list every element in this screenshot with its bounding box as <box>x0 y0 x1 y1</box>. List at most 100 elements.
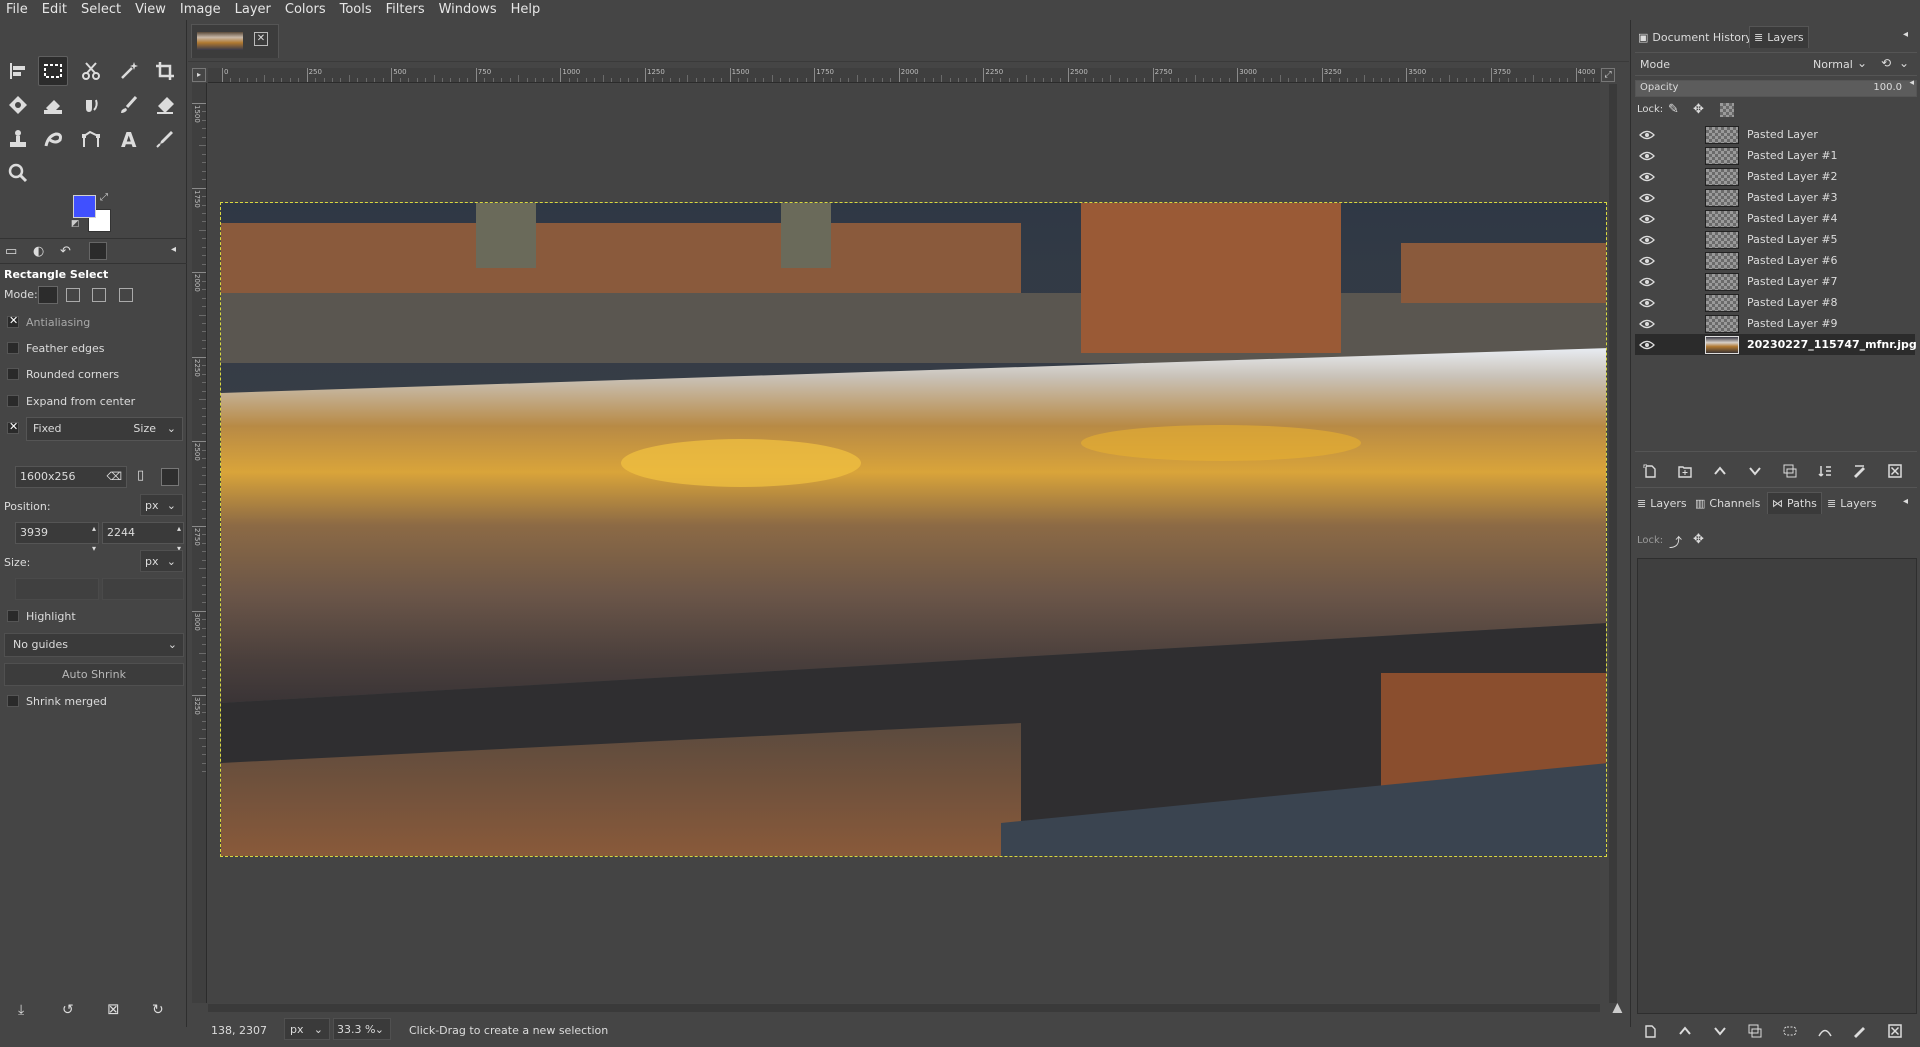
delete-tool-preset-icon[interactable]: ⊠ <box>107 1000 120 1018</box>
eye-icon[interactable] <box>1635 214 1659 224</box>
lock-position-icon[interactable]: ✥ <box>1693 102 1704 117</box>
selection-to-path-icon[interactable] <box>1814 1020 1836 1042</box>
clear-icon[interactable]: ⌫ <box>106 467 122 487</box>
expand-from-center-checkbox[interactable] <box>7 395 19 407</box>
layer-row[interactable]: Pasted Layer #9 <box>1635 313 1915 334</box>
position-x-input[interactable]: 3939 ▴ ▾ <box>15 522 99 553</box>
eye-icon[interactable] <box>1635 256 1659 266</box>
menu-layer[interactable]: Layer <box>228 0 278 20</box>
lower-layer-icon[interactable] <box>1744 460 1766 482</box>
position-y-input[interactable]: 2244 ▴ ▾ <box>102 522 184 553</box>
delete-path-icon[interactable] <box>1884 1020 1906 1042</box>
warp-transform-icon[interactable] <box>3 90 33 120</box>
spinner-icon[interactable]: ◂ <box>1909 78 1914 88</box>
tab-layers[interactable]: ≣ Layers <box>1749 26 1809 48</box>
stroke-path-icon[interactable] <box>1849 1020 1871 1042</box>
mode-add-button[interactable] <box>66 288 80 302</box>
paths-list[interactable] <box>1637 558 1917 1014</box>
size-width-input[interactable] <box>15 578 99 600</box>
undo-history-tab-icon[interactable]: ↶ <box>60 244 71 259</box>
portrait-landscape-icon[interactable] <box>161 468 179 486</box>
layer-mask-icon[interactable] <box>1849 460 1871 482</box>
size-unit-dropdown[interactable]: px ⌄ <box>140 550 183 572</box>
shrink-merged-checkbox[interactable] <box>7 695 19 707</box>
menu-filters[interactable]: Filters <box>379 0 432 20</box>
menu-colors[interactable]: Colors <box>278 0 333 20</box>
scissors-select-icon[interactable] <box>76 56 106 86</box>
layer-row[interactable]: Pasted Layer #8 <box>1635 292 1915 313</box>
mode-intersect-button[interactable] <box>119 288 133 302</box>
eye-icon[interactable] <box>1635 193 1659 203</box>
bucket-fill-icon[interactable] <box>38 90 68 120</box>
paint-dynamics-icon[interactable] <box>76 90 106 120</box>
tab-document-history[interactable]: ▣ Document History <box>1634 26 1756 48</box>
fixed-value-input[interactable]: 1600x256 ⌫ <box>15 466 127 488</box>
layer-row[interactable]: Pasted Layer #5 <box>1635 229 1915 250</box>
chevron-down-icon[interactable]: ⌄ <box>1899 56 1909 70</box>
foreground-color-swatch[interactable] <box>73 195 96 218</box>
smudge-icon[interactable] <box>38 124 68 154</box>
configure-tab-icon[interactable]: ◂ <box>1903 29 1908 40</box>
eraser-icon[interactable] <box>150 90 180 120</box>
zoom-on-resize-icon[interactable]: ⤢ <box>1601 68 1615 82</box>
color-picker-icon[interactable] <box>150 124 180 154</box>
switch-mode-icon[interactable]: ⟲ <box>1881 56 1891 70</box>
menu-edit[interactable]: Edit <box>35 0 74 20</box>
guides-dropdown[interactable]: No guides ⌄ <box>4 633 184 657</box>
fixed-dropdown[interactable]: Fixed Size ⌄ <box>26 417 183 441</box>
path-to-selection-icon[interactable] <box>1779 1020 1801 1042</box>
mode-subtract-button[interactable] <box>92 288 106 302</box>
paths-icon[interactable] <box>76 124 106 154</box>
reset-tool-options-icon[interactable]: ↻ <box>152 1002 164 1018</box>
lock-path-position-icon[interactable]: ✥ <box>1693 532 1704 547</box>
save-tool-preset-icon[interactable]: ⤓ <box>18 1002 24 1018</box>
vertical-scrollbar[interactable] <box>1609 84 1617 1003</box>
paintbrush-icon[interactable] <box>114 90 144 120</box>
size-height-input[interactable] <box>102 578 184 600</box>
highlight-checkbox[interactable] <box>7 610 19 622</box>
menu-help[interactable]: Help <box>504 0 548 20</box>
raise-path-icon[interactable] <box>1674 1020 1696 1042</box>
align-icon[interactable] <box>3 56 33 86</box>
raise-layer-icon[interactable] <box>1709 460 1731 482</box>
restore-tool-preset-icon[interactable]: ↺ <box>62 1002 74 1018</box>
antialiasing-checkbox[interactable] <box>7 314 19 328</box>
mode-replace-button[interactable] <box>38 286 58 304</box>
tab-layers-2[interactable]: ≣ Layers <box>1633 492 1691 514</box>
layer-row[interactable]: Pasted Layer #2 <box>1635 166 1915 187</box>
clone-icon[interactable] <box>3 124 33 154</box>
eye-icon[interactable] <box>1635 172 1659 182</box>
tool-options-tab-icon[interactable]: ▭ <box>5 244 17 259</box>
eye-icon[interactable] <box>1635 319 1659 329</box>
images-tab-icon[interactable] <box>89 242 107 260</box>
layer-row[interactable]: 20230227_115747_mfnr.jpg <box>1635 334 1917 355</box>
layer-row[interactable]: Pasted Layer #3 <box>1635 187 1915 208</box>
layer-mode-value[interactable]: Normal <box>1813 58 1853 71</box>
zoom-icon[interactable] <box>3 158 33 188</box>
eye-icon[interactable] <box>1635 130 1659 140</box>
zoom-dropdown[interactable]: 33.3 % ⌄ <box>333 1018 391 1040</box>
new-path-icon[interactable] <box>1639 1020 1661 1042</box>
lock-alpha-icon[interactable] <box>1720 103 1734 117</box>
rounded-corners-checkbox[interactable] <box>7 368 19 380</box>
lock-path-strokes-icon[interactable]: ⤴ <box>1669 532 1682 551</box>
tab-channels[interactable]: ▥ Channels <box>1691 492 1764 514</box>
new-layer-group-icon[interactable] <box>1674 460 1696 482</box>
configure-tab-icon[interactable]: ◂ <box>171 244 176 255</box>
layer-row[interactable]: Pasted Layer #6 <box>1635 250 1915 271</box>
eye-icon[interactable] <box>1635 277 1659 287</box>
image-tab[interactable]: ✕ <box>191 24 279 58</box>
tab-layers-3[interactable]: ≣ Layers <box>1823 492 1881 514</box>
menu-tools[interactable]: Tools <box>333 0 379 20</box>
menu-view[interactable]: View <box>128 0 173 20</box>
eye-icon[interactable] <box>1635 151 1659 161</box>
merge-layer-icon[interactable] <box>1814 460 1836 482</box>
device-status-tab-icon[interactable]: ◐ <box>33 244 44 259</box>
opacity-slider[interactable]: Opacity 100.0 ◂ <box>1635 78 1917 97</box>
menu-file[interactable]: File <box>0 0 35 20</box>
feather-edges-checkbox[interactable] <box>7 342 19 354</box>
lower-path-icon[interactable] <box>1709 1020 1731 1042</box>
horizontal-scrollbar[interactable] <box>208 1004 1600 1012</box>
duplicate-path-icon[interactable] <box>1744 1020 1766 1042</box>
eye-icon[interactable] <box>1635 235 1659 245</box>
